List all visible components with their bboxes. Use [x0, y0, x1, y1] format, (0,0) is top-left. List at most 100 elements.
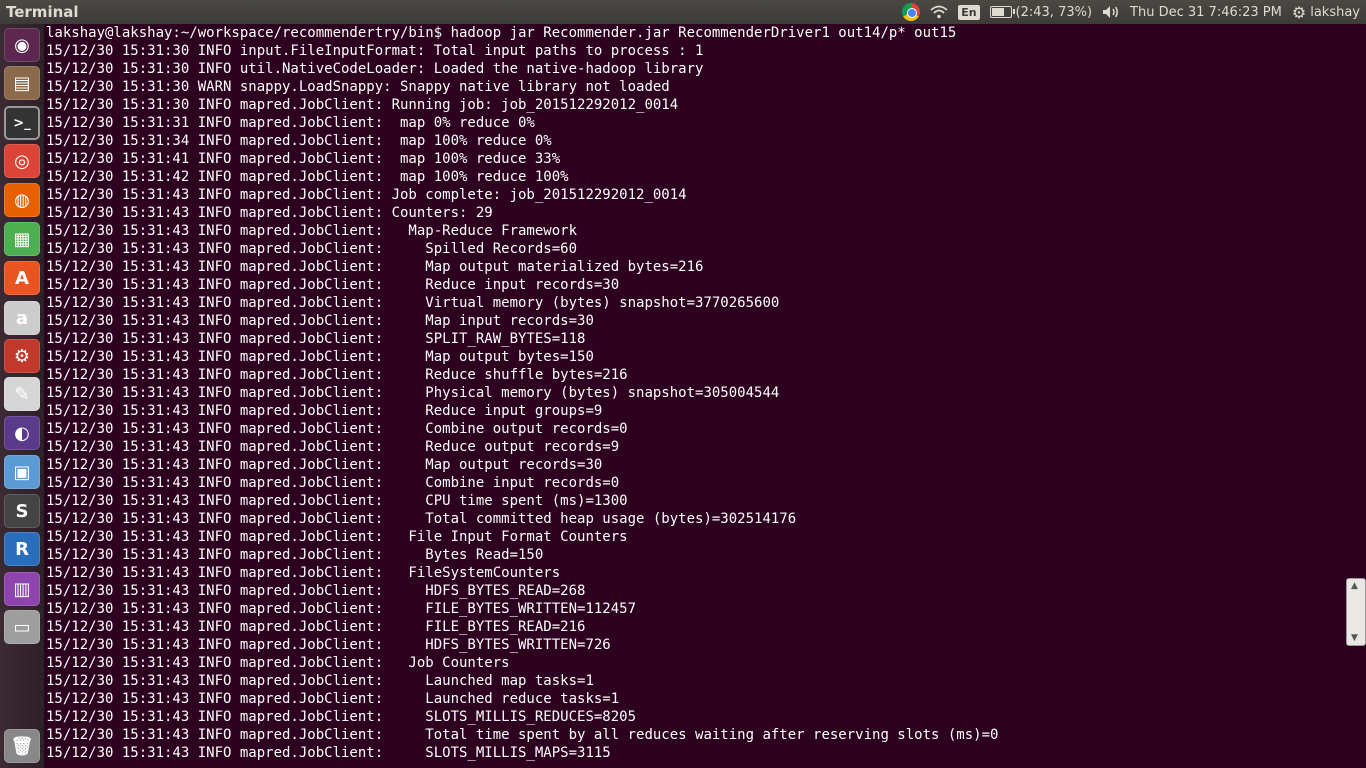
terminal-line: 15/12/30 15:31:43 INFO mapred.JobClient:… — [46, 727, 999, 743]
settings-icon: ⚙ — [13, 345, 31, 367]
terminal-line: 15/12/30 15:31:43 INFO mapred.JobClient:… — [46, 475, 620, 491]
terminal-line: 15/12/30 15:31:30 WARN snappy.LoadSnappy… — [46, 79, 670, 95]
terminal-line: 15/12/30 15:31:43 INFO mapred.JobClient:… — [46, 295, 780, 311]
trash-icon: 🗑 — [10, 735, 34, 757]
terminal-prompt-line: lakshay@lakshay:~/workspace/recommendert… — [46, 25, 957, 41]
launcher-item-text-editor[interactable]: ✎ — [4, 377, 40, 411]
terminal-line: 15/12/30 15:31:34 INFO mapred.JobClient:… — [46, 133, 552, 149]
launcher-item-software-center[interactable]: A — [4, 261, 40, 295]
launcher-item-drive[interactable]: ▭ — [4, 610, 40, 644]
terminal-line: 15/12/30 15:31:43 INFO mapred.JobClient:… — [46, 691, 620, 707]
terminal-line: 15/12/30 15:31:43 INFO mapred.JobClient:… — [46, 313, 594, 329]
terminal-line: 15/12/30 15:31:43 INFO mapred.JobClient:… — [46, 565, 561, 581]
terminal-line: 15/12/30 15:31:43 INFO mapred.JobClient:… — [46, 205, 493, 221]
launcher-item-dash-home[interactable]: ◉ — [4, 28, 40, 62]
chrome-indicator[interactable] — [902, 0, 921, 24]
terminal-line: 15/12/30 15:31:43 INFO mapred.JobClient:… — [46, 709, 637, 725]
launcher-item-virtualbox[interactable]: ▣ — [4, 455, 40, 489]
scroll-up-arrow-icon[interactable]: ▲ — [1351, 581, 1358, 591]
eclipse-icon: ◐ — [14, 422, 30, 444]
launcher-item-terminal[interactable]: >_ — [4, 106, 40, 140]
terminal-line: 15/12/30 15:31:42 INFO mapred.JobClient:… — [46, 169, 569, 185]
terminal-line: 15/12/30 15:31:43 INFO mapred.JobClient:… — [46, 259, 704, 275]
battery-status-text: (2:43, 73%) — [1015, 4, 1093, 20]
wifi-icon — [930, 5, 948, 19]
software-center-icon: A — [15, 267, 29, 289]
sound-indicator[interactable] — [1102, 0, 1120, 24]
battery-indicator[interactable]: (2:43, 73%) — [989, 0, 1093, 24]
launcher-item-firefox[interactable]: ◍ — [4, 183, 40, 217]
launcher-item-settings[interactable]: ⚙ — [4, 339, 40, 373]
terminal-line: 15/12/30 15:31:43 INFO mapred.JobClient:… — [46, 637, 611, 653]
launcher-item-r-studio[interactable]: R — [4, 532, 40, 566]
launcher-item-libreoffice[interactable]: ▦ — [4, 222, 40, 256]
scroll-down-arrow-icon[interactable]: ▼ — [1351, 633, 1358, 643]
launcher-item-sublime-text[interactable]: S — [4, 494, 40, 528]
indicator-area: En (2:43, 73%) Thu Dec 31 7:46:23 PM ⚙ l… — [902, 0, 1360, 24]
terminal-line: 15/12/30 15:31:43 INFO mapred.JobClient:… — [46, 385, 780, 401]
files-icon: ▤ — [13, 72, 31, 94]
sublime-text-icon: S — [15, 500, 29, 522]
terminal-line: 15/12/30 15:31:43 INFO mapred.JobClient:… — [46, 277, 620, 293]
terminal-line: 15/12/30 15:31:30 INFO input.FileInputFo… — [46, 43, 704, 59]
terminal-line: 15/12/30 15:31:43 INFO mapred.JobClient:… — [46, 457, 603, 473]
text-editor-icon: ✎ — [14, 383, 30, 405]
terminal-line: 15/12/30 15:31:31 INFO mapred.JobClient:… — [46, 115, 535, 131]
terminal-output[interactable]: lakshay@lakshay:~/workspace/recommendert… — [45, 24, 1345, 762]
launcher: ◉ ▤ >_ ◎ ◍ ▦ Aa ⚙ ✎ ◐ ▣ S R ▥ ▭ 🗑 — [0, 24, 45, 768]
launcher-item-eclipse[interactable]: ◐ — [4, 416, 40, 450]
terminal-window[interactable]: lakshay@lakshay:~/workspace/recommendert… — [45, 24, 1345, 768]
launcher-item-trash[interactable]: 🗑 — [4, 729, 40, 763]
r-studio-icon: R — [15, 538, 29, 560]
virtualbox-icon: ▣ — [13, 461, 31, 483]
amazon-icon: a — [15, 307, 29, 329]
terminal-line: 15/12/30 15:31:43 INFO mapred.JobClient:… — [46, 547, 544, 563]
keyboard-icon: En — [958, 4, 980, 20]
terminal-line: 15/12/30 15:31:43 INFO mapred.JobClient:… — [46, 439, 620, 455]
terminal-line: 15/12/30 15:31:43 INFO mapred.JobClient:… — [46, 655, 510, 671]
workspace-switcher-icon: ▥ — [13, 578, 31, 600]
terminal-line: 15/12/30 15:31:43 INFO mapred.JobClient:… — [46, 421, 628, 437]
keyboard-indicator[interactable]: En — [958, 0, 980, 24]
drive-icon: ▭ — [13, 616, 31, 638]
datetime-text: Thu Dec 31 7:46:23 PM — [1130, 4, 1282, 20]
top-panel: Terminal En (2:43, 73%) Thu Dec 31 7:46:… — [0, 0, 1366, 24]
terminal-line: 15/12/30 15:31:43 INFO mapred.JobClient:… — [46, 619, 586, 635]
launcher-item-workspace-switcher[interactable]: ▥ — [4, 572, 40, 606]
terminal-line: 15/12/30 15:31:43 INFO mapred.JobClient:… — [46, 223, 578, 239]
clock-indicator[interactable]: Thu Dec 31 7:46:23 PM — [1130, 0, 1282, 24]
username-text: lakshay — [1310, 4, 1360, 20]
gear-icon: ⚙ — [1291, 2, 1307, 22]
terminal-line: 15/12/30 15:31:43 INFO mapred.JobClient:… — [46, 367, 628, 383]
terminal-scrollbar[interactable]: ▲ ▼ — [1346, 578, 1366, 646]
terminal-line: 15/12/30 15:31:43 INFO mapred.JobClient:… — [46, 331, 586, 347]
firefox-icon: ◍ — [14, 189, 30, 211]
terminal-line: 15/12/30 15:31:43 INFO mapred.JobClient:… — [46, 403, 603, 419]
dash-home-icon: ◉ — [14, 34, 30, 56]
terminal-line: 15/12/30 15:31:43 INFO mapred.JobClient:… — [46, 349, 594, 365]
terminal-line: 15/12/30 15:31:43 INFO mapred.JobClient:… — [46, 511, 797, 527]
terminal-line: 15/12/30 15:31:41 INFO mapred.JobClient:… — [46, 151, 561, 167]
terminal-line: 15/12/30 15:31:43 INFO mapred.JobClient:… — [46, 745, 611, 761]
terminal-line: 15/12/30 15:31:43 INFO mapred.JobClient:… — [46, 187, 687, 203]
chrome-icon: ◎ — [14, 150, 30, 172]
volume-icon — [1103, 6, 1119, 18]
terminal-line: 15/12/30 15:31:43 INFO mapred.JobClient:… — [46, 673, 594, 689]
network-indicator[interactable] — [930, 0, 948, 24]
terminal-line: 15/12/30 15:31:30 INFO util.NativeCodeLo… — [46, 61, 704, 77]
terminal-line: 15/12/30 15:31:30 INFO mapred.JobClient:… — [46, 97, 679, 113]
launcher-item-amazon[interactable]: a — [4, 301, 40, 335]
app-title: Terminal — [6, 3, 79, 21]
terminal-line: 15/12/30 15:31:43 INFO mapred.JobClient:… — [46, 601, 637, 617]
terminal-icon: >_ — [13, 115, 31, 131]
launcher-item-files[interactable]: ▤ — [4, 66, 40, 100]
session-indicator[interactable]: ⚙ lakshay — [1292, 0, 1360, 24]
terminal-line: 15/12/30 15:31:43 INFO mapred.JobClient:… — [46, 241, 578, 257]
terminal-line: 15/12/30 15:31:43 INFO mapred.JobClient:… — [46, 493, 628, 509]
terminal-line: 15/12/30 15:31:43 INFO mapred.JobClient:… — [46, 583, 586, 599]
chrome-icon — [902, 3, 921, 21]
battery-icon — [989, 6, 1015, 18]
terminal-line: 15/12/30 15:31:43 INFO mapred.JobClient:… — [46, 529, 628, 545]
libreoffice-icon: ▦ — [13, 228, 31, 250]
launcher-item-chrome[interactable]: ◎ — [4, 144, 40, 178]
